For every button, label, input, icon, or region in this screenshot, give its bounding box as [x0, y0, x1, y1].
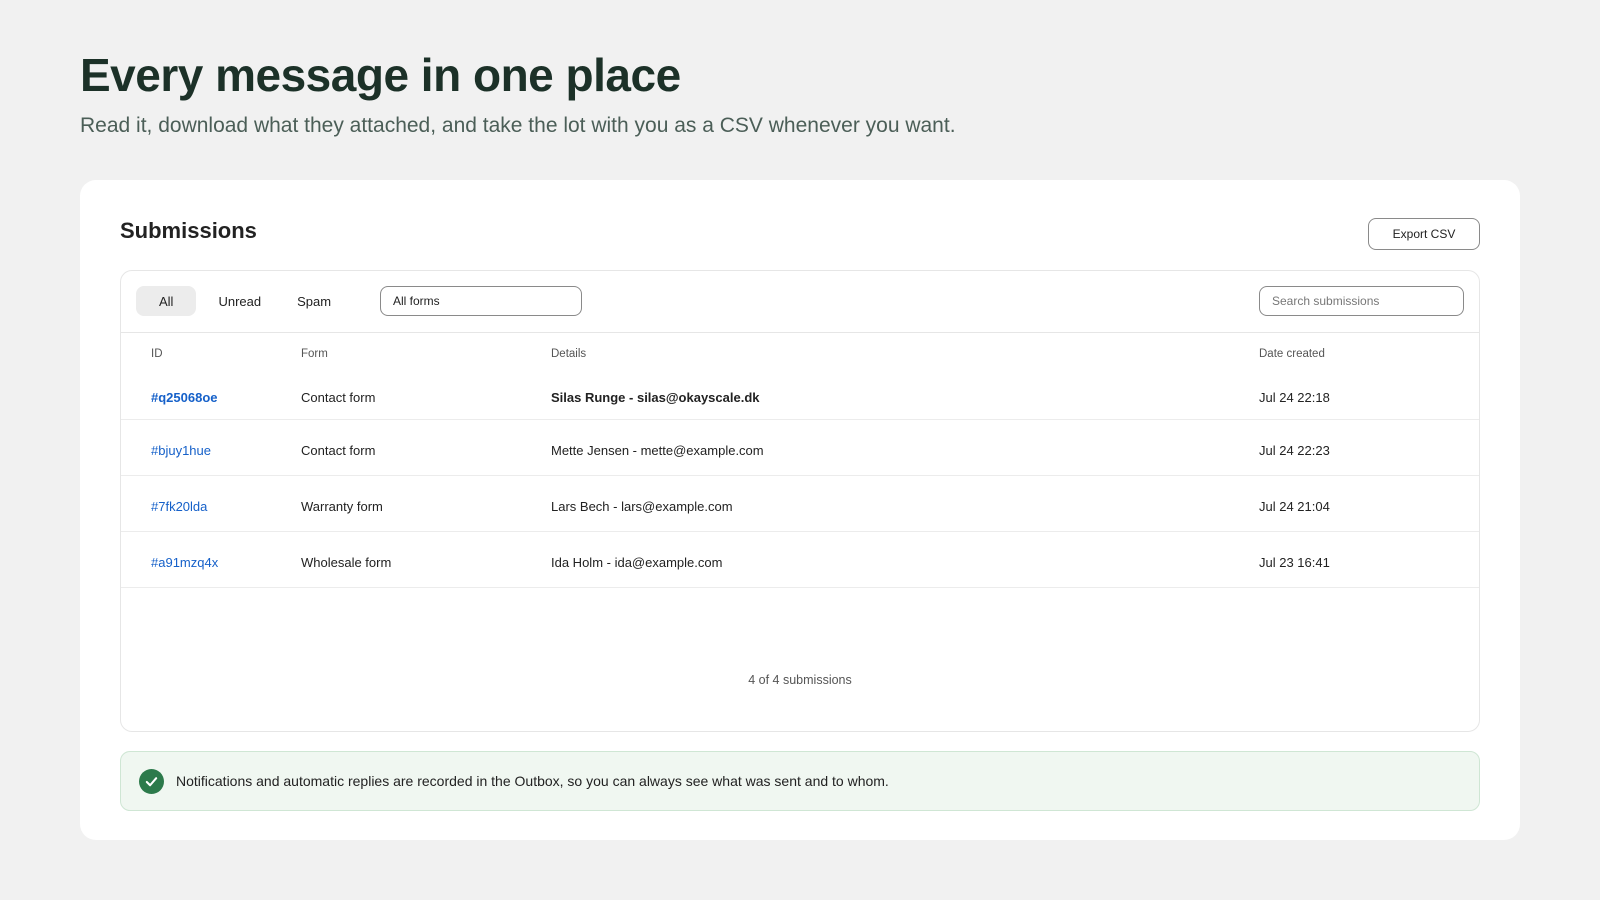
tab-spam[interactable]: Spam [283, 286, 345, 316]
table-row[interactable]: #bjuy1hue Contact form Mette Jensen - me… [121, 419, 1479, 476]
card-title: Submissions [120, 218, 257, 243]
page: Every message in one place Read it, down… [0, 0, 1600, 900]
submission-date: Jul 24 22:18 [1259, 371, 1479, 420]
submission-form: Contact form [301, 419, 551, 476]
submission-details: Silas Runge - silas@okayscale.dk [551, 371, 1259, 420]
submissions-table-panel: All Unread Spam All forms ID Form Detail… [120, 270, 1480, 732]
table-header-row: ID Form Details Date created [121, 333, 1479, 371]
submission-details: Mette Jensen - mette@example.com [551, 419, 1259, 476]
submission-id-link[interactable]: #bjuy1hue [151, 443, 211, 458]
page-subtitle: Read it, download what they attached, an… [80, 114, 956, 137]
column-header-form: Form [301, 348, 328, 360]
submission-form: Wholesale form [301, 531, 551, 588]
check-circle-icon [139, 768, 164, 794]
export-csv-button[interactable]: Export CSV [1368, 218, 1480, 250]
submission-id-link[interactable]: #7fk20lda [151, 499, 207, 514]
tab-unread[interactable]: Unread [204, 286, 275, 316]
submission-id-link[interactable]: #q25068oe [151, 390, 218, 405]
column-header-id: ID [151, 348, 163, 360]
tab-all[interactable]: All [136, 286, 197, 316]
filter-bar: All Unread Spam All forms [121, 271, 1479, 333]
column-header-details: Details [551, 348, 587, 360]
submissions-card: Submissions Export CSV All Unread Spam A… [80, 180, 1520, 840]
submission-details: Ida Holm - ida@example.com [551, 531, 1259, 588]
table-row[interactable]: #7fk20lda Warranty form Lars Bech - lars… [121, 475, 1479, 532]
table-row[interactable]: #a91mzq4x Wholesale form Ida Holm - ida@… [121, 531, 1479, 588]
submission-date: Jul 24 22:23 [1259, 419, 1479, 476]
submission-date: Jul 23 16:41 [1259, 531, 1479, 588]
form-filter-select[interactable]: All forms [380, 286, 582, 316]
notice-text: Notifications and automatic replies are … [176, 773, 889, 789]
submission-date: Jul 24 21:04 [1259, 475, 1479, 532]
page-title: Every message in one place [80, 49, 681, 101]
submission-id-link[interactable]: #a91mzq4x [151, 555, 218, 570]
search-input[interactable] [1259, 286, 1464, 316]
submissions-table: ID Form Details Date created #q25068oe C… [121, 333, 1479, 588]
submission-details: Lars Bech - lars@example.com [551, 475, 1259, 532]
submission-form: Contact form [301, 371, 551, 420]
submission-count: 4 of 4 submissions [748, 673, 852, 687]
column-header-date: Date created [1259, 348, 1325, 360]
table-row[interactable]: #q25068oe Contact form Silas Runge - sil… [121, 371, 1479, 420]
submission-form: Warranty form [301, 475, 551, 532]
status-tabs: All Unread Spam [136, 286, 345, 316]
outbox-notice: Notifications and automatic replies are … [120, 751, 1480, 811]
